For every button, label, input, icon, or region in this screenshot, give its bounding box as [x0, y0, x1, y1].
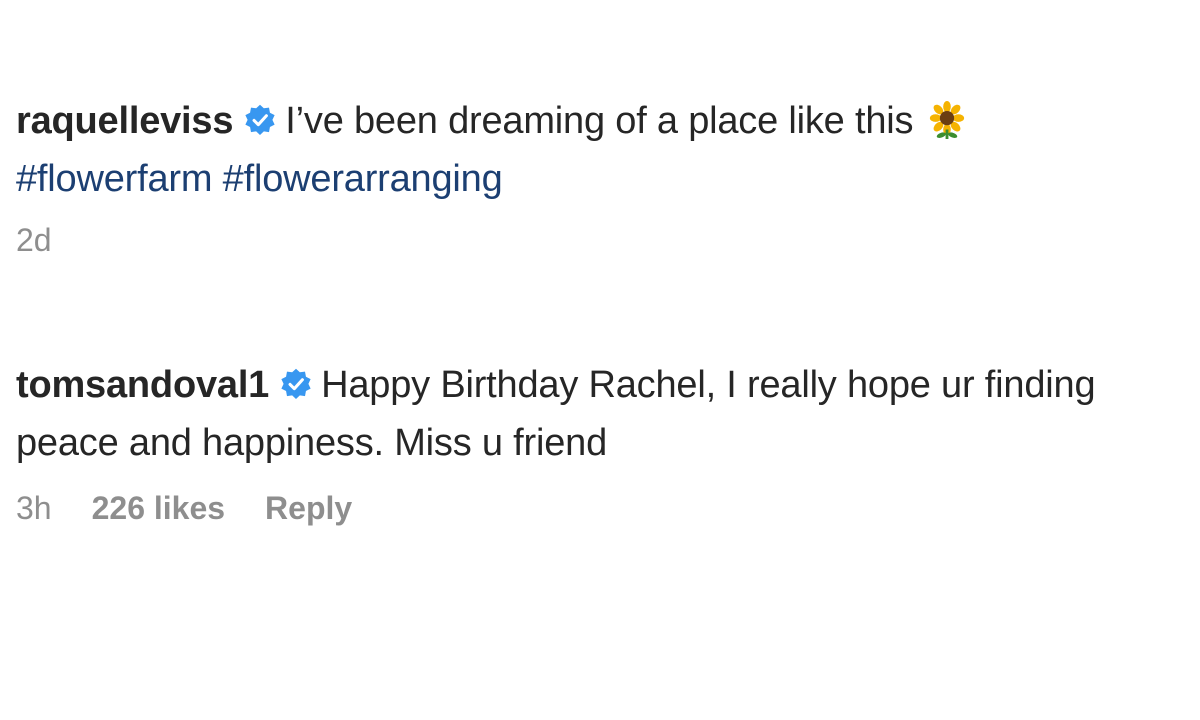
comment-meta: 3h 226 likes Reply — [16, 490, 1196, 527]
verified-badge-icon — [245, 104, 275, 135]
comment-item: raquelleviss I’ve been dreaming of a pla… — [16, 92, 1196, 259]
comment-text: I’ve been dreaming of a place like this — [285, 100, 914, 142]
comment-body: raquelleviss I’ve been dreaming of a pla… — [16, 92, 1196, 208]
comment-meta: 2d — [16, 222, 1196, 259]
likes-count-button[interactable]: 226 likes — [92, 490, 225, 527]
comment-timestamp[interactable]: 2d — [16, 222, 52, 259]
comment-username[interactable]: raquelleviss — [16, 100, 233, 142]
comment-username[interactable]: tomsandoval1 — [16, 364, 269, 406]
verified-badge-icon — [281, 368, 311, 399]
hashtag-link[interactable]: #flowerarranging — [223, 158, 503, 200]
hashtag-link[interactable]: #flowerfarm — [16, 158, 213, 200]
comment-timestamp[interactable]: 3h — [16, 490, 52, 527]
sunflower-icon — [929, 101, 964, 139]
comment-item: tomsandoval1 Happy Birthday Rachel, I re… — [16, 356, 1196, 527]
comment-body: tomsandoval1 Happy Birthday Rachel, I re… — [16, 356, 1196, 472]
reply-button[interactable]: Reply — [265, 490, 352, 527]
